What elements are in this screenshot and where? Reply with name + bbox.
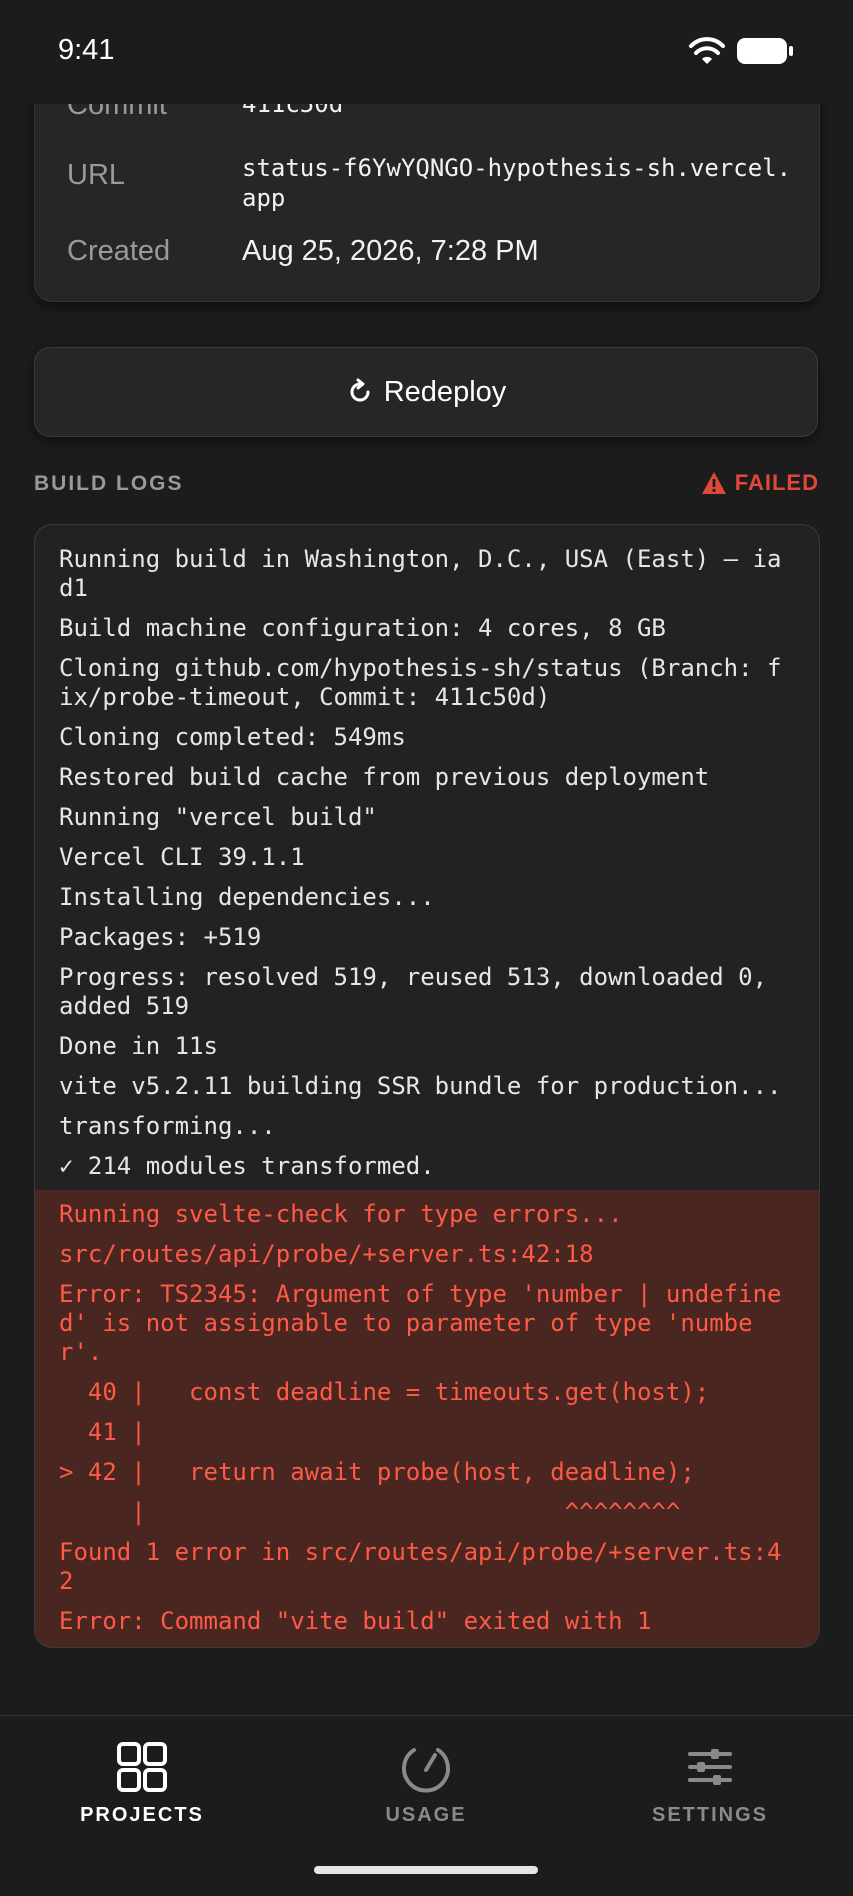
log-line: transforming... [59,1112,276,1140]
log-line: Error: TS2345: Argument of type 'number … [59,1280,782,1366]
status-bar: 9:41 [0,0,853,104]
wifi-icon [689,37,725,64]
build-status-text: FAILED [734,470,819,495]
status-time: 9:41 [58,34,115,66]
error-log-block: Running svelte-check for type errors... s… [35,1190,819,1647]
grid-icon [117,1742,167,1792]
sliders-icon [688,1749,732,1785]
log-line: Build failed with exit code 1 [35,1641,819,1647]
created-value: Aug 25, 2026, 7:28 PM [242,235,539,267]
tab-usage[interactable]: USAGE [336,1740,516,1827]
tab-projects-label: PROJECTS [80,1804,204,1826]
log-line: Running build in Washington, D.C., USA (… [59,545,782,602]
redeploy-button[interactable]: Redeploy [34,347,818,437]
redeploy-label: Redeploy [383,375,507,408]
log-line: Found 1 error in src/routes/api/probe/+s… [59,1538,782,1595]
log-line: Vercel CLI 39.1.1 [59,843,305,871]
tab-settings[interactable]: SETTINGS [620,1740,800,1827]
created-label: Created [67,235,171,267]
log-line: Running svelte-check for type errors... [59,1200,623,1228]
refresh-icon [350,378,370,402]
tab-settings-label: SETTINGS [651,1804,768,1826]
log-line: Build machine configuration: 4 cores, 8 … [59,614,666,642]
build-log-panel[interactable]: Running build in Washington, D.C., USA (… [34,524,820,1648]
log-line: Progress: resolved 519, reused 513, down… [59,963,782,1020]
url-value[interactable]: status-f6YwYQNGO-hypothesis-sh.vercel.ap… [242,153,802,213]
warning-icon [701,472,726,494]
url-label: URL [67,159,126,191]
log-line: Done in 11s [59,1032,218,1060]
build-logs-title: BUILD LOGS [34,472,184,495]
log-line: Error: Command "vite build" exited with … [59,1607,652,1635]
gauge-icon [402,1748,450,1793]
log-line: > 42 | return await probe(host, deadline… [59,1458,695,1486]
log-line: | ^^^^^^^^ [59,1498,681,1526]
log-line: src/routes/api/probe/+server.ts:42:18 [59,1240,594,1268]
home-indicator [314,1866,538,1874]
log-line: 40 | const deadline = timeouts.get(host)… [59,1378,710,1406]
log-line: 41 | [59,1418,146,1446]
log-line: Installing dependencies... [59,883,435,911]
log-line: Packages: +519 [59,923,262,951]
build-status-badge: FAILED [701,470,819,496]
log-line: ✓ 214 modules transformed. [59,1152,435,1180]
tab-projects[interactable]: PROJECTS [52,1740,232,1827]
log-lines: Running build in Washington, D.C., USA (… [35,539,819,1186]
log-line: Cloning github.com/hypothesis-sh/status … [59,654,782,711]
battery-icon [737,38,793,64]
log-line: Running "vercel build" [59,803,377,831]
log-line: Cloning completed: 549ms [59,723,406,751]
log-line: vite v5.2.11 building SSR bundle for pro… [59,1072,782,1100]
log-line: Restored build cache from previous deplo… [59,763,710,791]
tab-usage-label: USAGE [385,1804,467,1826]
